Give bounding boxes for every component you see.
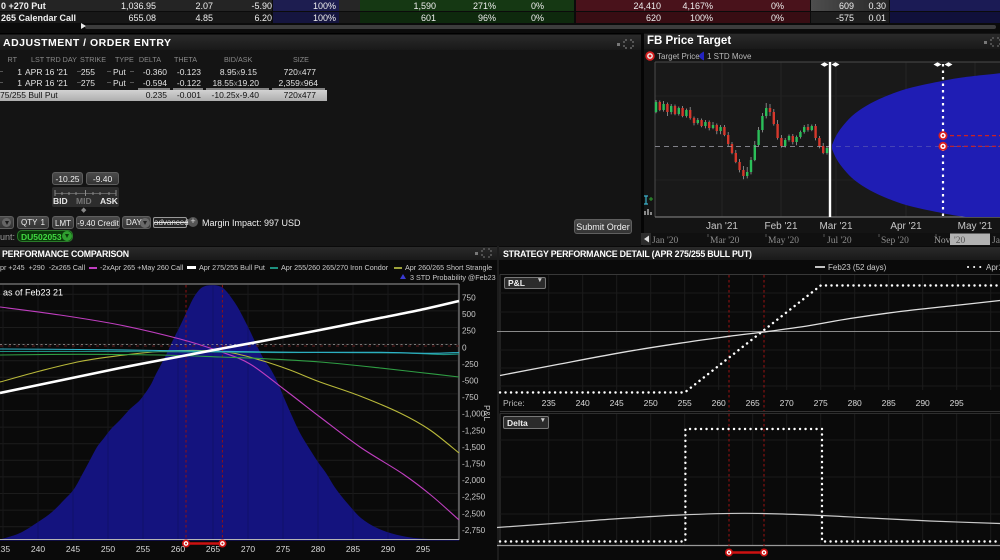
svg-text:235: 235 xyxy=(0,544,10,554)
svg-text:Jan '21: Jan '21 xyxy=(706,221,738,232)
svg-text:-1,750: -1,750 xyxy=(462,460,486,469)
svg-text:Jul '20: Jul '20 xyxy=(827,236,852,246)
svg-text:235: 235 xyxy=(542,398,556,408)
svg-text:280: 280 xyxy=(848,398,862,408)
svg-text:-750: -750 xyxy=(462,393,479,402)
svg-text:-1,250: -1,250 xyxy=(462,426,486,435)
svg-text:265: 265 xyxy=(206,544,220,554)
svg-text:Feb23 (52 days): Feb23 (52 days) xyxy=(828,263,887,272)
svg-text:-2,750: -2,750 xyxy=(462,526,486,535)
svg-text:270: 270 xyxy=(241,544,255,554)
svg-text:275: 275 xyxy=(814,398,828,408)
svg-text:as of Feb23 21: as of Feb23 21 xyxy=(3,288,63,298)
svg-text:500: 500 xyxy=(462,310,476,319)
svg-text:260: 260 xyxy=(171,544,185,554)
svg-text:P&L: P&L xyxy=(482,405,492,421)
svg-text:290: 290 xyxy=(381,544,395,554)
svg-text:Mar '21: Mar '21 xyxy=(819,221,852,232)
svg-text:Mar '20: Mar '20 xyxy=(710,236,740,246)
svg-text:245: 245 xyxy=(610,398,624,408)
svg-text:265: 265 xyxy=(746,398,760,408)
svg-text:May '21: May '21 xyxy=(958,221,993,232)
svg-text:Jan '20: Jan '20 xyxy=(652,236,679,246)
svg-text:270: 270 xyxy=(780,398,794,408)
svg-text:Apr16: Apr16 xyxy=(986,263,1000,272)
svg-text:260: 260 xyxy=(712,398,726,408)
svg-text:Target Price: Target Price xyxy=(657,52,700,61)
svg-text:-500: -500 xyxy=(462,377,479,386)
svg-text:-250: -250 xyxy=(462,360,479,369)
svg-text:750: 750 xyxy=(462,294,476,303)
svg-text:295: 295 xyxy=(950,398,964,408)
svg-text:Ja: Ja xyxy=(992,236,1000,246)
svg-text:Feb '21: Feb '21 xyxy=(764,221,797,232)
svg-text:250: 250 xyxy=(101,544,115,554)
svg-text:-2,000: -2,000 xyxy=(462,476,486,485)
svg-text:240: 240 xyxy=(576,398,590,408)
svg-text:295: 295 xyxy=(416,544,430,554)
svg-text:255: 255 xyxy=(136,544,150,554)
svg-text:250: 250 xyxy=(644,398,658,408)
svg-text:Nov: Nov xyxy=(934,236,951,246)
svg-text:Price:: Price: xyxy=(503,398,525,408)
svg-text:-2,500: -2,500 xyxy=(462,509,486,518)
svg-text:'20: '20 xyxy=(954,236,965,246)
svg-text:290: 290 xyxy=(916,398,930,408)
svg-text:240: 240 xyxy=(31,544,45,554)
svg-text:250: 250 xyxy=(462,327,476,336)
svg-text:245: 245 xyxy=(66,544,80,554)
svg-text:-1,500: -1,500 xyxy=(462,443,486,452)
svg-text:285: 285 xyxy=(882,398,896,408)
svg-text:Sep '20: Sep '20 xyxy=(881,236,909,246)
svg-text:Apr '21: Apr '21 xyxy=(890,221,922,232)
svg-text:0: 0 xyxy=(462,343,467,352)
svg-text:280: 280 xyxy=(311,544,325,554)
svg-text:275: 275 xyxy=(276,544,290,554)
svg-text:285: 285 xyxy=(346,544,360,554)
svg-text:May '20: May '20 xyxy=(768,236,799,246)
svg-text:255: 255 xyxy=(678,398,692,408)
svg-text:-2,250: -2,250 xyxy=(462,493,486,502)
svg-text:1 STD Move: 1 STD Move xyxy=(707,52,752,61)
